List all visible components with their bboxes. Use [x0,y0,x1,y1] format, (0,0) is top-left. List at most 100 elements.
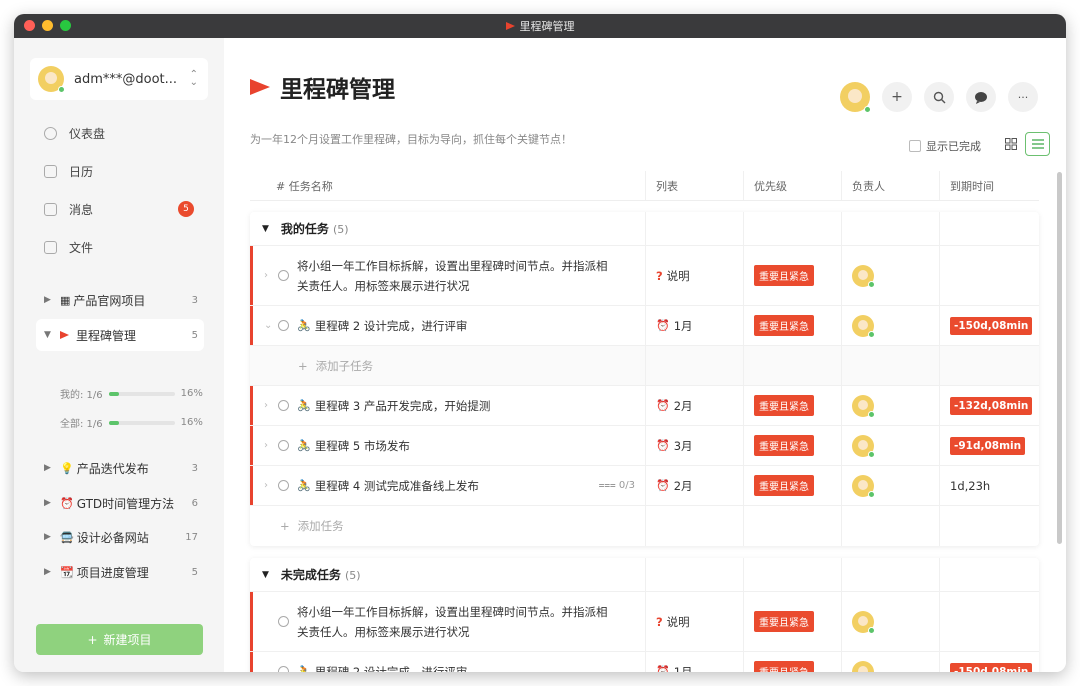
owner-avatar[interactable] [852,474,875,498]
alarm-clock-icon: ⏰ [656,439,670,452]
online-status-icon [58,86,65,93]
table-row[interactable]: 🚴 里程碑 2 设计完成，进行评审 ⏰1月 重要且紧急 -150d,08min [250,652,1039,672]
show-completed-toggle[interactable]: 显示已完成 [909,138,981,154]
table-row[interactable]: › 🚴 里程碑 4 测试完成准备线上发布 ⩶ 0/3 ⏰ 2月 重要且紧急 1d,… [250,466,1039,506]
caret-down-icon: ▼ [262,569,269,580]
group-header[interactable]: ▼ 未完成任务 (5) [250,558,1039,592]
priority-tag[interactable]: 重要且紧急 [754,611,814,632]
maximize-window-button[interactable] [60,20,71,31]
project-item-milestone[interactable]: ▼ 里程碑管理 5 [36,319,204,351]
table-row[interactable]: › 🚴 里程碑 5 市场发布 ⏰ 3月 重要且紧急 -91d,08min [250,426,1039,466]
overdue-tag[interactable]: -150d,08min [950,662,1033,672]
chat-button[interactable] [966,82,996,112]
dashboard-icon [44,126,57,140]
page-title: 里程碑管理 [250,70,395,104]
owner-avatar[interactable] [852,394,875,418]
project-item-website[interactable]: ▶ ▦ 产品官网项目 3 [36,284,204,316]
more-button[interactable]: ··· [1008,82,1038,112]
search-icon [933,91,945,103]
header-task-name[interactable]: # 任务名称 [250,178,645,194]
complete-checkbox[interactable] [278,270,289,281]
owner-avatar[interactable] [852,434,875,458]
owner-avatar[interactable] [852,610,875,634]
table-row[interactable]: 将小组一年工作目标拆解，设置出里程碑时间节点。并指派相 关责任人。用标签来展示进行… [250,592,1039,652]
header-owner[interactable]: 负责人 [841,171,939,200]
alarm-clock-icon: ⏰ [656,665,670,672]
nav-item-calendar[interactable]: 日历 [44,160,93,182]
priority-tag[interactable]: 重要且紧急 [754,265,814,286]
priority-tag[interactable]: 重要且紧急 [754,475,814,496]
table-row[interactable]: › 将小组一年工作目标拆解，设置出里程碑时间节点。并指派相 关责任人。用标签来展示… [250,246,1039,306]
owner-avatar[interactable] [852,660,874,672]
member-avatar[interactable] [840,82,871,113]
chevron-right-icon[interactable]: › [264,400,278,411]
nav-item-files[interactable]: 文件 [44,236,93,258]
milestone-icon: 🚴 [297,665,311,672]
flag-icon [60,331,69,339]
complete-checkbox[interactable] [278,480,289,491]
show-completed-checkbox[interactable] [909,140,921,152]
scrollbar[interactable] [1057,172,1062,544]
header-priority[interactable]: 优先级 [743,171,841,200]
search-button[interactable] [924,82,954,112]
list-icon [1031,139,1044,149]
grid-icon [1005,138,1017,150]
bus-icon: 🚍 [60,530,74,544]
owner-avatar[interactable] [852,264,875,288]
project-item-progress[interactable]: ▶ 📆 项目进度管理 5 [36,556,204,588]
add-subtask-row[interactable]: + 添加子任务 [250,346,1039,386]
complete-checkbox[interactable] [278,440,289,451]
add-task-row[interactable]: + 添加任务 [250,506,1039,546]
complete-checkbox[interactable] [278,666,289,672]
calendar-icon [44,164,57,178]
account-switcher[interactable]: adm***@doot... ⌃ ⌄ [30,58,208,100]
plus-icon: + [298,358,308,373]
table-row[interactable]: ⌄ 🚴 里程碑 2 设计完成，进行评审 ⏰ 1月 重要且紧急 -150d,08mi… [250,306,1039,346]
subtask-icon: ⩶ [598,480,619,491]
project-item-iteration[interactable]: ▶ 💡 产品迭代发布 3 [36,452,204,484]
chevron-right-icon[interactable]: › [264,440,278,451]
all-progress-bar [108,420,175,425]
overdue-tag[interactable]: -150d,08min [950,316,1033,335]
new-project-button[interactable]: + 新建项目 [36,624,203,655]
task-group-mine: ▼ 我的任务 (5) › 将小组一年工作目标拆解，设置出里程碑时间节点。并指派相关… [250,212,1039,546]
minimize-window-button[interactable] [42,20,53,31]
milestone-icon: 🚴 [297,399,311,412]
header-due-date[interactable]: 到期时间 [939,171,1039,200]
close-window-button[interactable] [24,20,35,31]
alarm-clock-icon: ⏰ [656,479,670,492]
chevron-right-icon[interactable]: › [264,270,278,281]
complete-checkbox[interactable] [278,616,289,627]
project-item-gtd[interactable]: ▶ ⏰ GTD时间管理方法 6 [36,487,204,519]
priority-tag[interactable]: 重要且紧急 [754,661,814,672]
chevron-right-icon[interactable]: › [264,480,278,491]
avatar [38,66,65,93]
due-time[interactable]: 1d,23h [950,479,990,493]
table-row[interactable]: › 🚴 里程碑 3 产品开发完成，开始提测 ⏰ 2月 重要且紧急 -132d,08… [250,386,1039,426]
priority-tag[interactable]: 重要且紧急 [754,395,814,416]
owner-avatar[interactable] [852,314,875,338]
question-icon: ? [656,268,663,283]
priority-tag[interactable]: 重要且紧急 [754,435,814,456]
caret-right-icon: ▶ [44,295,51,305]
plus-icon: + [280,519,290,533]
project-item-design-sites[interactable]: ▶ 🚍 设计必备网站 17 [36,521,204,553]
chevron-down-icon[interactable]: ⌄ [264,320,278,331]
plus-icon: + [891,89,903,105]
chat-bubble-icon [975,91,987,104]
add-button[interactable]: + [882,82,912,112]
caret-down-icon: ▼ [44,330,51,340]
nav-item-dashboard[interactable]: 仪表盘 [44,122,105,144]
group-header[interactable]: ▼ 我的任务 (5) [250,212,1039,246]
overdue-tag[interactable]: -91d,08min [950,436,1026,455]
nav-item-messages[interactable]: 消息 [44,198,93,220]
overdue-tag[interactable]: -132d,08min [950,396,1033,415]
priority-tag[interactable]: 重要且紧急 [754,315,814,336]
complete-checkbox[interactable] [278,320,289,331]
complete-checkbox[interactable] [278,400,289,411]
list-view-button[interactable] [1025,132,1050,156]
header-list[interactable]: 列表 [645,171,743,200]
window-controls [24,20,71,31]
grid-view-button[interactable] [1002,135,1020,153]
alarm-clock-icon: ⏰ [656,399,670,412]
